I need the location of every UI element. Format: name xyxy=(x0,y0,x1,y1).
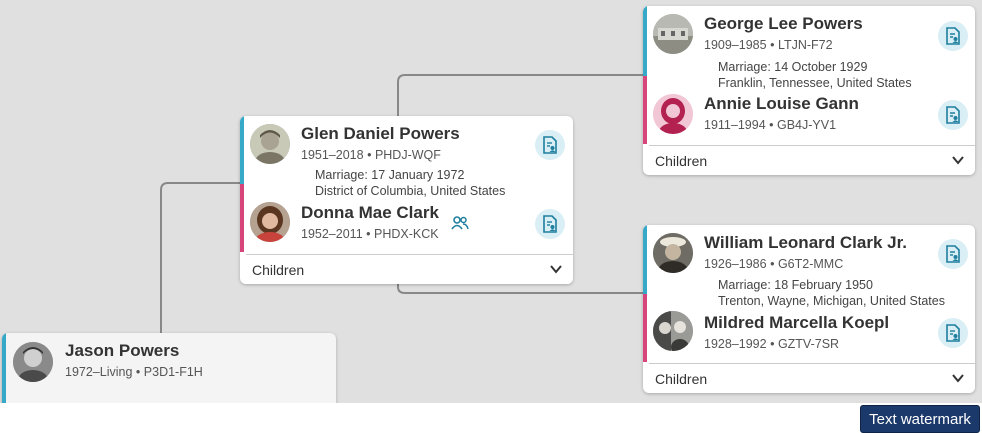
person-id: PHDX-KCK xyxy=(374,227,439,241)
lifespan: 1911–1994 xyxy=(704,118,766,132)
person-id: G6T2-MMC xyxy=(777,257,844,271)
female-indicator xyxy=(643,294,647,362)
separator: • xyxy=(770,257,775,271)
avatar[interactable] xyxy=(653,14,693,54)
person-name[interactable]: George Lee Powers xyxy=(704,14,863,34)
record-hints-button[interactable] xyxy=(938,100,968,130)
avatar[interactable] xyxy=(653,233,693,273)
male-indicator xyxy=(240,116,244,184)
avatar[interactable] xyxy=(653,94,693,134)
person-name[interactable]: Jason Powers xyxy=(65,341,179,361)
tree-canvas[interactable]: Jason Powers 1972–Living • P3D1-F1H Glen… xyxy=(0,0,982,403)
male-indicator xyxy=(2,333,6,403)
text-watermark: Text watermark xyxy=(860,405,980,433)
person-id: GB4J-YV1 xyxy=(777,118,837,132)
children-label: Children xyxy=(252,262,305,278)
male-indicator xyxy=(643,6,647,76)
person-lifespan-id: 1928–1992 • GZTV-7SR xyxy=(704,337,839,351)
mother-row: Mildred Marcella Koepl 1928–1992 • GZTV-… xyxy=(643,294,975,362)
record-hints-icon xyxy=(946,324,960,342)
record-hints-button[interactable] xyxy=(535,209,565,239)
separator: • xyxy=(769,118,774,132)
record-hints-icon xyxy=(543,136,557,154)
separator: • xyxy=(366,227,371,241)
chevron-down-icon xyxy=(952,156,964,165)
lifespan: 1951–2018 xyxy=(301,148,364,162)
avatar[interactable] xyxy=(250,202,290,242)
marriage-date: Marriage: 14 October 1929 xyxy=(718,60,868,74)
lifespan: 1926–1986 xyxy=(704,257,767,271)
children-label: Children xyxy=(655,371,708,387)
person-lifespan-id: 1926–1986 • G6T2-MMC xyxy=(704,257,843,271)
lifespan: 1952–2011 xyxy=(301,227,363,241)
person-id: LTJN-F72 xyxy=(777,38,833,52)
separator: • xyxy=(367,148,372,162)
focus-person-card[interactable]: Jason Powers 1972–Living • P3D1-F1H xyxy=(2,333,336,403)
male-indicator xyxy=(643,225,647,294)
marriage-date: Marriage: 17 January 1972 xyxy=(315,168,465,182)
female-indicator xyxy=(240,184,244,252)
record-hints-icon xyxy=(946,245,960,263)
lifespan: 1928–1992 xyxy=(704,337,767,351)
avatar[interactable] xyxy=(653,311,693,351)
paternal-grandparents-card: George Lee Powers 1909–1985 • LTJN-F72 M… xyxy=(643,6,975,175)
person-lifespan-id: 1951–2018 • PHDJ-WQF xyxy=(301,148,441,162)
person-lifespan-id: 1909–1985 • LTJN-F72 xyxy=(704,38,833,52)
avatar[interactable] xyxy=(13,342,53,382)
parents-card: Glen Daniel Powers 1951–2018 • PHDJ-WQF … xyxy=(240,116,573,284)
person-lifespan-id: 1952–2011 • PHDX-KCK xyxy=(301,227,439,241)
chevron-down-icon xyxy=(550,265,562,274)
record-hints-button[interactable] xyxy=(938,21,968,51)
lifespan: 1972–Living xyxy=(65,365,133,379)
children-label: Children xyxy=(655,153,708,169)
mother-row: Annie Louise Gann 1911–1994 • GB4J-YV1 xyxy=(643,76,975,144)
record-hints-icon xyxy=(946,27,960,45)
person-id: P3D1-F1H xyxy=(143,365,203,379)
person-name[interactable]: Glen Daniel Powers xyxy=(301,124,460,144)
record-hints-button[interactable] xyxy=(535,130,565,160)
record-hints-button[interactable] xyxy=(938,318,968,348)
record-hints-button[interactable] xyxy=(938,239,968,269)
person-name[interactable]: Annie Louise Gann xyxy=(704,94,859,114)
separator: • xyxy=(770,38,775,52)
separator: • xyxy=(135,365,141,379)
avatar[interactable] xyxy=(250,124,290,164)
marriage-date: Marriage: 18 February 1950 xyxy=(718,278,873,292)
people-icon[interactable] xyxy=(451,216,469,235)
children-toggle[interactable]: Children xyxy=(649,363,975,393)
person-name[interactable]: William Leonard Clark Jr. xyxy=(704,233,907,253)
separator: • xyxy=(770,337,775,351)
children-toggle[interactable]: Children xyxy=(649,145,975,175)
maternal-grandparents-card: William Leonard Clark Jr. 1926–1986 • G6… xyxy=(643,225,975,393)
person-name[interactable]: Donna Mae Clark xyxy=(301,203,439,223)
person-id: GZTV-7SR xyxy=(777,337,840,351)
record-hints-icon xyxy=(946,106,960,124)
person-id: PHDJ-WQF xyxy=(374,148,441,162)
lifespan: 1909–1985 xyxy=(704,38,767,52)
mother-row: Donna Mae Clark 1952–2011 • PHDX-KCK xyxy=(240,184,573,252)
female-indicator xyxy=(643,76,647,144)
person-name[interactable]: Mildred Marcella Koepl xyxy=(704,313,889,333)
children-toggle[interactable]: Children xyxy=(246,254,573,284)
record-hints-icon xyxy=(543,215,557,233)
person-lifespan-id: 1911–1994 • GB4J-YV1 xyxy=(704,118,836,132)
person-lifespan-id: 1972–Living • P3D1-F1H xyxy=(65,365,203,379)
chevron-down-icon xyxy=(952,374,964,383)
